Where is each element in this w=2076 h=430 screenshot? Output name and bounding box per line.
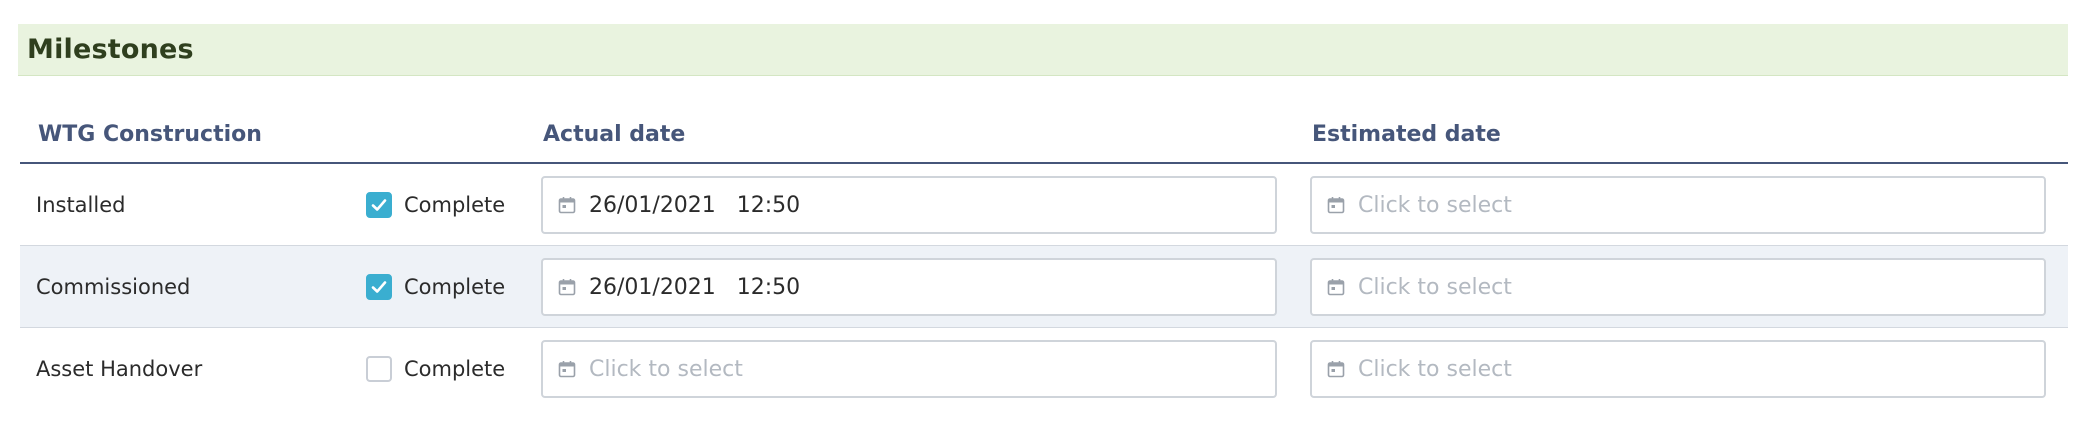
actual-date-input-asset-handover[interactable]: Click to select [541, 340, 1277, 398]
section-title: Milestones [27, 34, 194, 65]
calendar-icon [557, 277, 577, 297]
actual-date-input-installed[interactable]: 26/01/2021 12:50 [541, 176, 1277, 234]
column-header-group: WTG Construction [38, 122, 262, 147]
checkmark-icon [371, 199, 387, 211]
complete-checkbox-installed[interactable]: Complete [366, 164, 505, 246]
section-header: Milestones [18, 24, 2068, 76]
calendar-icon [1326, 277, 1346, 297]
actual-date-value: 26/01/2021 12:50 [589, 192, 801, 218]
estimated-date-input-commissioned[interactable]: Click to select [1310, 258, 2046, 316]
complete-label: Complete [404, 275, 506, 299]
calendar-icon [557, 195, 577, 215]
milestone-row-commissioned: Commissioned Complete 26/01/2021 12:50 C… [20, 246, 2068, 328]
calendar-icon [1326, 195, 1346, 215]
milestone-label: Installed [36, 193, 126, 217]
complete-label: Complete [404, 357, 506, 381]
actual-date-placeholder: Click to select [589, 356, 743, 382]
estimated-date-input-asset-handover[interactable]: Click to select [1310, 340, 2046, 398]
checkbox-box[interactable] [366, 192, 392, 218]
estimated-date-input-installed[interactable]: Click to select [1310, 176, 2046, 234]
checkbox-box[interactable] [366, 274, 392, 300]
estimated-date-placeholder: Click to select [1358, 192, 1512, 218]
milestone-row-installed: Installed Complete 26/01/2021 12:50 Clic… [20, 164, 2068, 246]
calendar-icon [557, 359, 577, 379]
estimated-date-placeholder: Click to select [1358, 356, 1512, 382]
checkbox-box[interactable] [366, 356, 392, 382]
actual-date-input-commissioned[interactable]: 26/01/2021 12:50 [541, 258, 1277, 316]
calendar-icon [1326, 359, 1346, 379]
checkmark-icon [371, 281, 387, 293]
complete-checkbox-asset-handover[interactable]: Complete [366, 328, 505, 410]
column-header-actual-date: Actual date [543, 122, 686, 147]
complete-checkbox-commissioned[interactable]: Complete [366, 246, 505, 328]
column-header-estimated-date: Estimated date [1312, 122, 1501, 147]
milestone-label: Commissioned [36, 275, 191, 299]
complete-label: Complete [404, 193, 506, 217]
table-header-row: WTG Construction Actual date Estimated d… [20, 110, 2068, 164]
milestone-label: Asset Handover [36, 357, 203, 381]
milestone-row-asset-handover: Asset Handover Complete Click to select … [20, 328, 2068, 410]
actual-date-value: 26/01/2021 12:50 [589, 274, 801, 300]
estimated-date-placeholder: Click to select [1358, 274, 1512, 300]
